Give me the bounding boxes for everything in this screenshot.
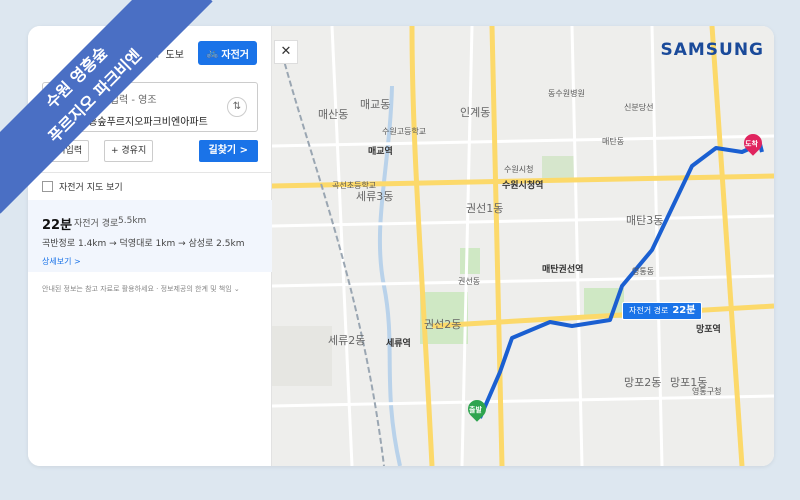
map-label: 망포역 — [696, 325, 721, 335]
route-type: 자전거 경로 — [74, 219, 119, 229]
start-pin-label: 출발 — [469, 406, 482, 414]
map-label: 매산동 — [318, 108, 349, 121]
map-label: 영통구청 — [692, 387, 722, 396]
bicycle-icon: 🚲 — [205, 47, 219, 59]
map-label: 매탄3동 — [626, 214, 664, 227]
bike-map-label: 자전거 지도 보기 — [59, 183, 123, 193]
disclaimer-text[interactable]: 안내된 정보는 참고 자료로 활용하세요 · 정보제공의 한계 및 책임 ⌄ — [42, 284, 240, 294]
map-label: 매탄동 — [602, 137, 625, 146]
mode-bicycle[interactable]: 🚲 자전거 — [197, 41, 257, 65]
map-label: 인계동 — [460, 106, 491, 119]
swap-icon[interactable]: ⇅ — [227, 97, 247, 117]
map-label: 수원시청역 — [502, 181, 544, 191]
map-label: 권선1동 — [466, 202, 504, 215]
route-time: 22분 — [42, 218, 73, 233]
route-time-tag[interactable]: 자전거 경로 22분 — [622, 302, 703, 320]
mode-car[interactable]: 🚗 자동차 — [81, 41, 136, 65]
mode-walk-label: 도보 — [165, 49, 184, 61]
map-label: 신분당선 — [624, 103, 654, 112]
end-pin-label: 도착 — [745, 140, 758, 148]
route-detail-link[interactable]: 상세보기 > — [42, 256, 81, 267]
map-label: 영통동 — [632, 267, 655, 276]
directions-panel: 🚗 자동차 🚶 도보 🚲 자전거 출발지 입력 - 영조 영흥숲푸르지오파크비엔아파트… — [28, 26, 272, 466]
divider — [28, 172, 272, 173]
map-label: 세류역 — [386, 339, 411, 349]
route-input-box: 출발지 입력 - 영조 영흥숲푸르지오파크비엔아파트 ⇅ — [42, 82, 258, 132]
map-label: 동수원병원 — [548, 89, 585, 98]
map-view[interactable]: ✕ 매산동 매교동 인계동 세류3동 권선1동 매탄3동 세류2동 권선2동 망… — [272, 26, 774, 466]
map-label: 매교동 — [360, 98, 391, 111]
add-waypoint-button[interactable]: + 경유지 — [104, 140, 154, 162]
mode-bicycle-label: 자전거 — [221, 49, 249, 61]
map-label: 권선2동 — [424, 318, 462, 331]
route-tag-time: 22분 — [672, 305, 696, 316]
travel-mode-tabs: 🚗 자동차 🚶 도보 🚲 자전거 — [42, 40, 257, 66]
map-label: 곡선초등학교 — [332, 181, 377, 190]
route-actions: 다시입력 + 경유지 길찾기 > — [42, 140, 258, 162]
start-input[interactable]: 출발지 입력 - 영조 — [79, 91, 157, 106]
map-label: 수원고등학교 — [382, 127, 427, 136]
close-map-button[interactable]: ✕ — [274, 40, 298, 64]
mode-walk[interactable]: 🚶 도보 — [144, 41, 190, 65]
route-path: 곡반정로 1.4km → 덕영대로 1km → 삼성로 2.5km — [42, 239, 245, 249]
park-area — [460, 248, 480, 274]
route-distance: 5.5km — [118, 216, 147, 226]
block-area — [272, 326, 332, 386]
find-route-button[interactable]: 길찾기 > — [198, 140, 258, 162]
route-tag-label: 자전거 경로 — [629, 306, 669, 315]
walk-icon: 🚶 — [150, 47, 163, 59]
map-label: 매탄권선역 — [542, 265, 584, 275]
map-canvas — [272, 26, 774, 466]
map-label: 매교역 — [368, 147, 393, 157]
checkbox-icon[interactable] — [42, 181, 53, 192]
minor-roads — [272, 26, 774, 466]
map-label: 권선동 — [458, 277, 481, 286]
end-input[interactable]: 영흥숲푸르지오파크비엔아파트 — [79, 113, 208, 128]
samsung-logo: SAMSUNG — [660, 40, 764, 60]
reset-button[interactable]: 다시입력 — [42, 140, 90, 162]
map-label: 망포2동 — [624, 376, 662, 389]
car-icon: 🚗 — [87, 47, 100, 59]
mode-car-label: 자동차 — [102, 49, 131, 61]
window-frame: 🚗 자동차 🚶 도보 🚲 자전거 출발지 입력 - 영조 영흥숲푸르지오파크비엔아파트… — [28, 26, 774, 466]
map-label: 세류2동 — [328, 334, 366, 347]
route-result-card[interactable]: 22분 자전거 경로 5.5km 곡반정로 1.4km → 덕영대로 1km →… — [28, 200, 272, 272]
map-label: 수원시청 — [504, 165, 534, 174]
bike-map-toggle[interactable]: 자전거 지도 보기 — [42, 180, 123, 193]
park-area — [542, 156, 574, 178]
